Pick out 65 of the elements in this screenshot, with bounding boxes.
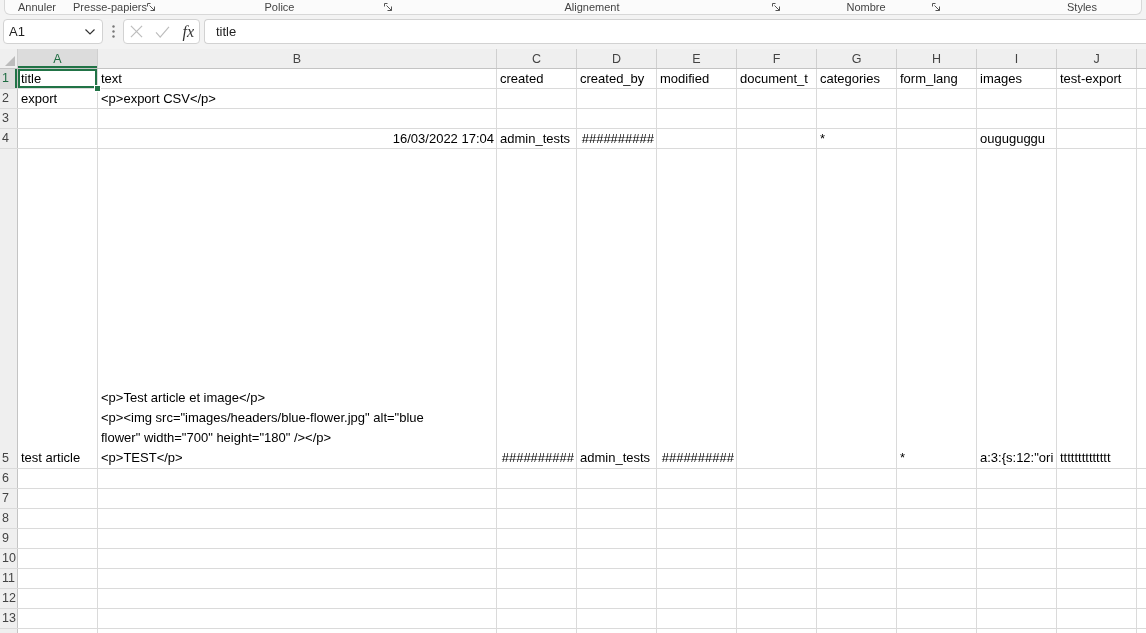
triangle-icon [5, 56, 15, 66]
row-header[interactable]: 12 [0, 589, 17, 608]
table-cell[interactable]: images [977, 69, 1056, 88]
dialog-launcher-icon[interactable] [384, 3, 392, 11]
table-cell[interactable]: test article [18, 149, 97, 468]
table-cell[interactable]: test-export [1057, 69, 1136, 88]
column-header[interactable]: D [577, 49, 656, 68]
table-cell[interactable]: text [98, 69, 496, 88]
ribbon-group-label: Nombre [846, 0, 886, 14]
dialog-launcher-icon[interactable] [932, 3, 940, 11]
row-header[interactable]: 1 [0, 69, 17, 88]
name-box[interactable]: A1 [3, 19, 103, 44]
column-header[interactable]: B [98, 49, 496, 68]
row-header[interactable]: 7 [0, 489, 17, 508]
column-header[interactable]: F [737, 49, 816, 68]
table-cell[interactable]: ########## [657, 149, 736, 468]
table-cell[interactable]: title [18, 69, 97, 88]
dialog-launcher-icon[interactable] [772, 3, 780, 11]
column-header[interactable]: G [817, 49, 896, 68]
column-header[interactable]: E [657, 49, 736, 68]
table-cell[interactable]: 16/03/2022 17:04 [98, 129, 496, 148]
table-cell[interactable]: modified [657, 69, 736, 88]
table-cell[interactable]: created_by [577, 69, 656, 88]
table-cell[interactable]: <p>Test article et image</p> <p><img src="images/headers/blue-flower.jpg" alt="blue flower" width="700" height="180" /></p> <p>TEST</p> [98, 149, 496, 468]
ribbon-group-label: Police [264, 0, 295, 14]
table-cell[interactable]: categories [817, 69, 896, 88]
row-header[interactable]: 2 [0, 89, 17, 108]
ribbon-group-label: Annuler [18, 0, 56, 14]
row-header[interactable]: 8 [0, 509, 17, 528]
table-cell[interactable]: ########## [497, 149, 576, 468]
table-cell[interactable]: export [18, 89, 97, 108]
table-cell[interactable]: form_lang [897, 69, 976, 88]
column-header[interactable]: A [18, 49, 97, 68]
table-cell[interactable]: tttttttttttttt [1057, 149, 1136, 468]
table-cell[interactable]: created [497, 69, 576, 88]
table-cell[interactable]: * [897, 149, 976, 468]
column-header[interactable]: J [1057, 49, 1136, 68]
table-cell[interactable]: ########## [577, 129, 656, 148]
table-cell[interactable]: * [817, 129, 896, 148]
table-cell[interactable]: admin_tests [577, 149, 656, 468]
column-header[interactable]: I [977, 49, 1056, 68]
grip-dots-icon[interactable] [112, 25, 115, 38]
insert-function-button[interactable]: fx [182, 22, 194, 41]
row-header[interactable]: 5 [0, 149, 17, 468]
table-cell[interactable]: document_t [737, 69, 816, 88]
row-header[interactable]: 3 [0, 109, 17, 128]
formula-field[interactable]: title [204, 19, 1146, 44]
ribbon-group-label: Presse-papiers [73, 0, 147, 14]
dialog-launcher-icon[interactable] [147, 3, 155, 11]
row-header[interactable]: 6 [0, 469, 17, 488]
column-header[interactable]: H [897, 49, 976, 68]
row-header[interactable]: 13 [0, 609, 17, 628]
chevron-down-icon[interactable] [85, 28, 95, 35]
ribbon-group-label: Alignement [564, 0, 620, 14]
table-cell[interactable]: admin_tests [497, 129, 576, 148]
table-cell[interactable]: ouguguggu [977, 129, 1056, 148]
row-header[interactable]: 9 [0, 529, 17, 548]
row-header[interactable]: 11 [0, 569, 17, 588]
row-header[interactable]: 10 [0, 549, 17, 568]
fill-handle[interactable] [94, 85, 101, 92]
column-header[interactable]: C [497, 49, 576, 68]
row-header[interactable]: 4 [0, 129, 17, 148]
ribbon-group-label: Styles [1067, 0, 1097, 14]
table-cell[interactable]: a:3:{s:12:"ori [977, 149, 1056, 468]
table-cell[interactable]: <p>export CSV</p> [98, 89, 496, 108]
